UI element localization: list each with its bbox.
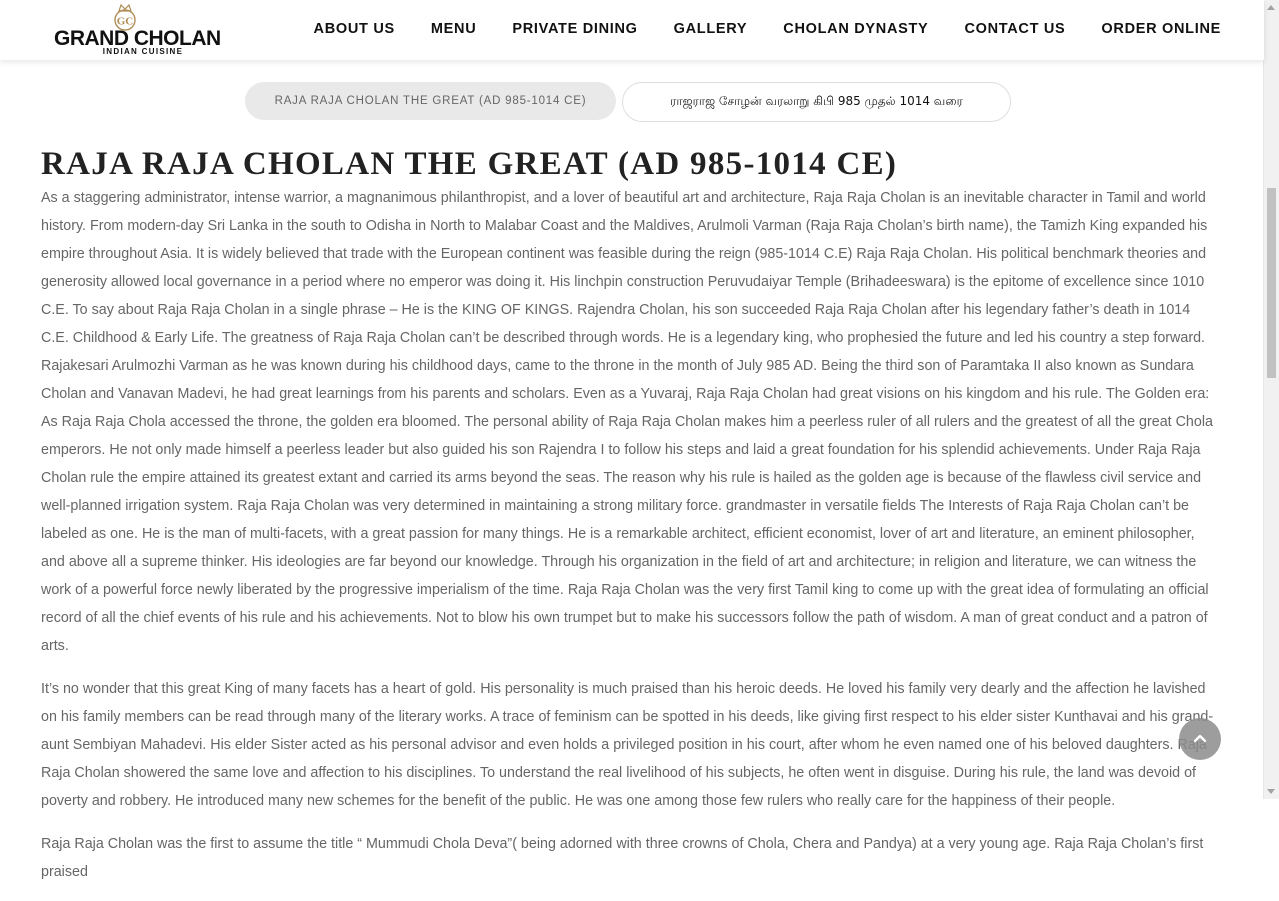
page-scrollbar[interactable] xyxy=(1263,0,1279,799)
nav-private-dining[interactable]: PRIVATE DINING xyxy=(512,21,637,37)
nav-about-us[interactable]: ABOUT US xyxy=(314,21,395,37)
main-nav: ABOUT US MENU PRIVATE DINING GALLERY CHO… xyxy=(278,21,1221,37)
article-paragraph: Raja Raja Cholan was the first to assume… xyxy=(41,836,1204,880)
nav-contact-us[interactable]: CONTACT US xyxy=(964,21,1065,37)
tab-tamil[interactable]: ராஜராஜ சோழன் வரலாறு கிபி 985 முதல் 1014 … xyxy=(622,82,1011,122)
nav-order-online[interactable]: ORDER ONLINE xyxy=(1101,21,1221,37)
article-paragraph: It’s no wonder that this great King of m… xyxy=(41,681,1214,809)
site-header: GC GRAND CHOLAN INDIAN CUISINE ABOUT US … xyxy=(0,0,1264,60)
logo-tagline: INDIAN CUISINE xyxy=(102,47,184,56)
scroll-down-arrow-icon[interactable] xyxy=(1267,789,1275,794)
scroll-up-arrow-icon[interactable] xyxy=(1267,5,1275,10)
scrollbar-thumb[interactable] xyxy=(1267,188,1276,378)
chevron-up-icon xyxy=(1193,734,1207,743)
back-to-top-button[interactable] xyxy=(1179,718,1221,760)
svg-text:GC: GC xyxy=(117,16,134,28)
article-paragraph: As a staggering administrator, intense w… xyxy=(41,190,1213,654)
nav-gallery[interactable]: GALLERY xyxy=(674,21,748,37)
tab-english[interactable]: RAJA RAJA CHOLAN THE GREAT (AD 985-1014 … xyxy=(245,82,616,120)
article-tabs: RAJA RAJA CHOLAN THE GREAT (AD 985-1014 … xyxy=(245,82,1011,122)
site-logo[interactable]: GC GRAND CHOLAN INDIAN CUISINE xyxy=(54,3,221,57)
nav-menu[interactable]: MENU xyxy=(431,21,477,37)
article-body: As a staggering administrator, intense w… xyxy=(41,184,1221,901)
page-title: RAJA RAJA CHOLAN THE GREAT (AD 985-1014 … xyxy=(41,146,898,182)
nav-cholan-dynasty[interactable]: CHOLAN DYNASTY xyxy=(783,21,928,37)
